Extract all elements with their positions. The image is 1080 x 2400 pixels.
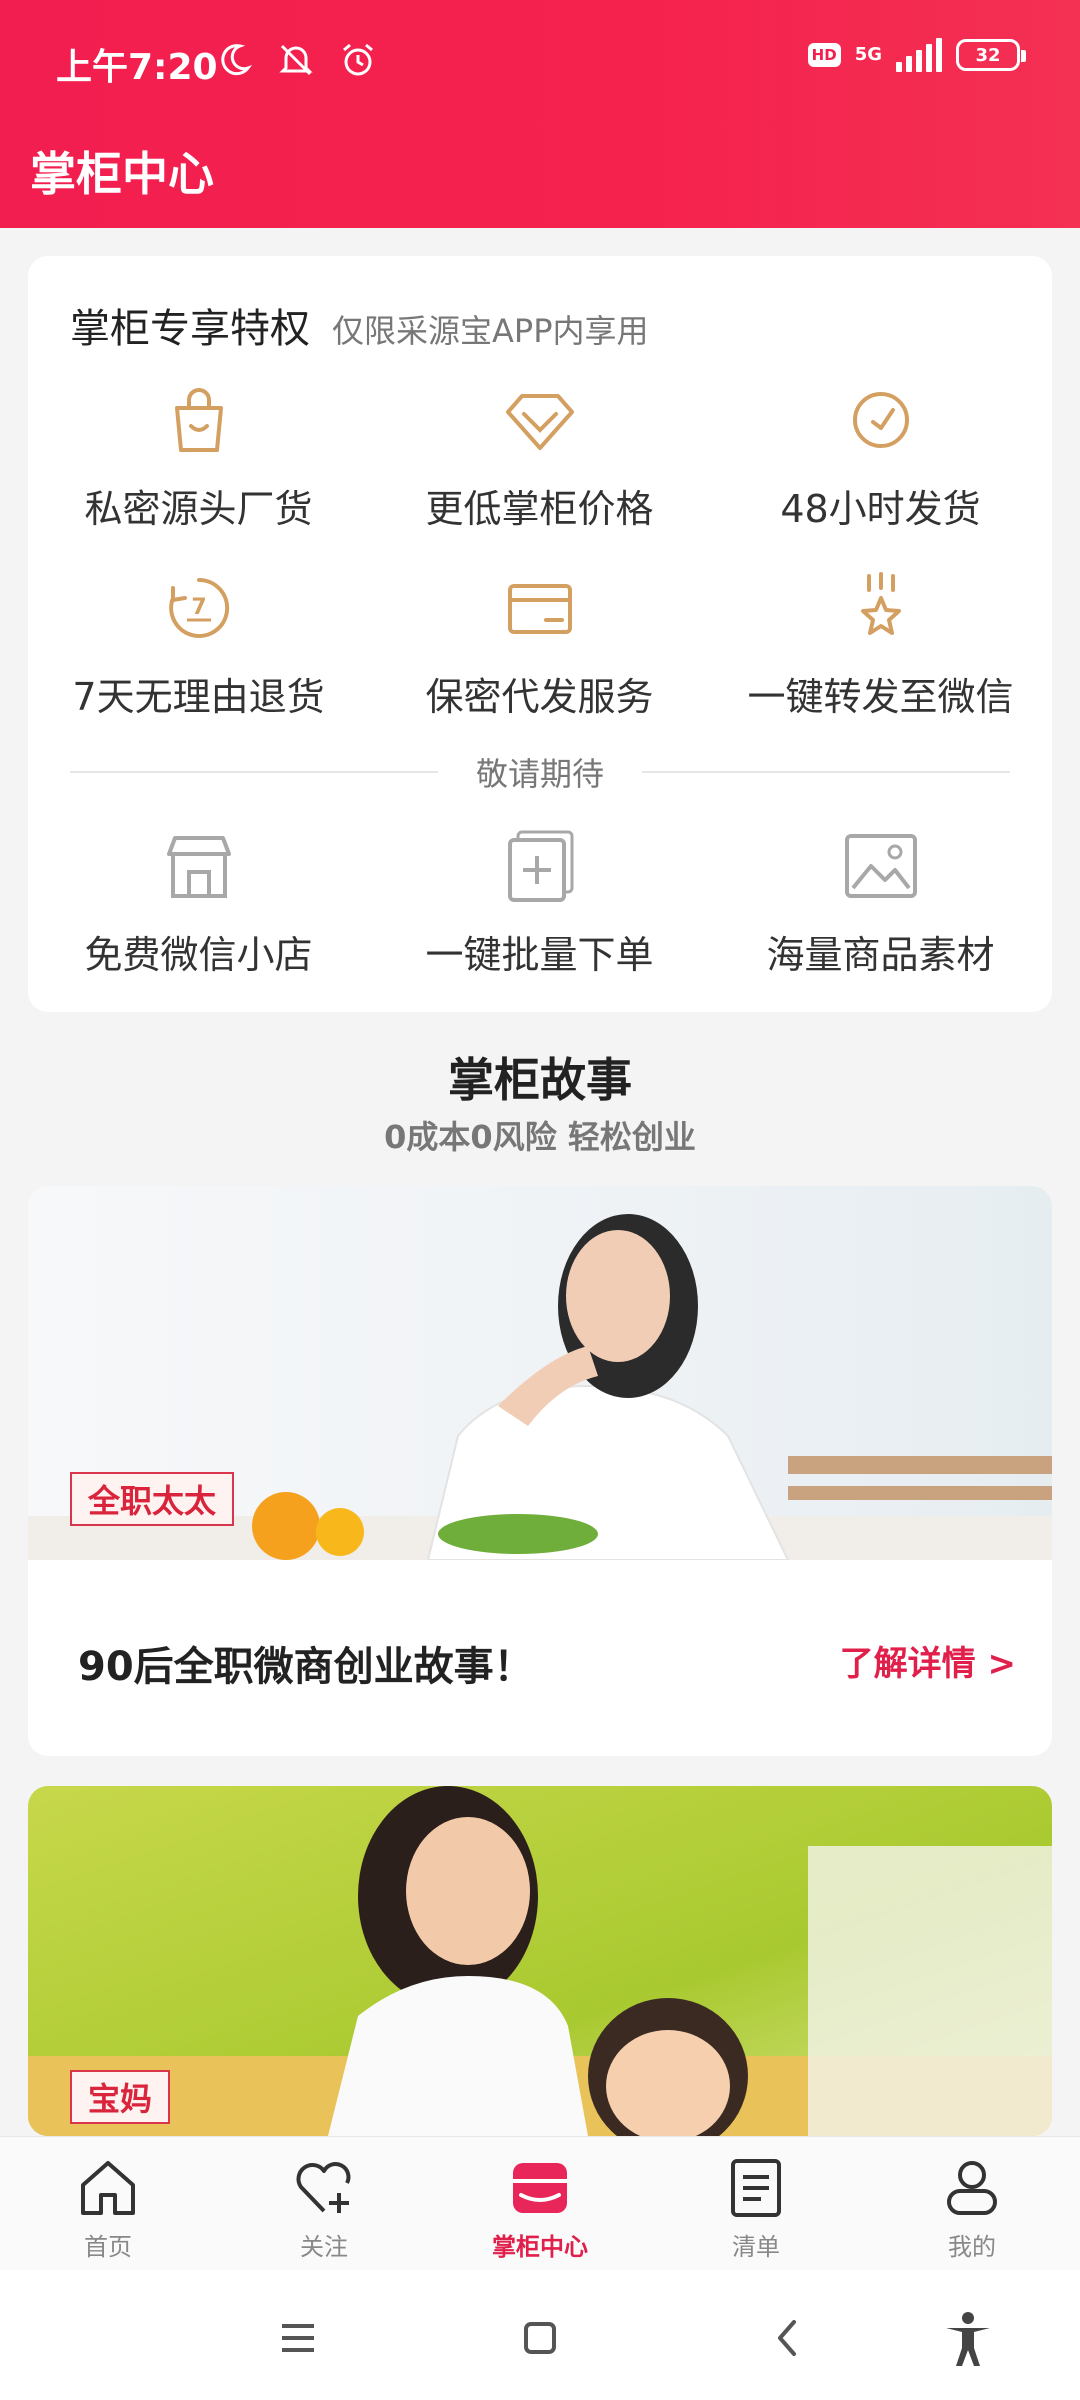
status-bar: 上午7:20 HD 5G 32: [0, 0, 1080, 124]
perk-label: 48小时发货: [780, 487, 981, 531]
tab-list[interactable]: 清单: [648, 2137, 864, 2270]
clock-icon: [852, 392, 909, 448]
story-card[interactable]: 宝妈: [28, 1786, 1052, 2136]
learn-more-link[interactable]: 了解详情 >: [840, 1636, 1016, 1685]
shopping-bag-icon: [174, 388, 223, 452]
stories-subtitle: 0成本0风险 轻松创业: [384, 1118, 696, 1156]
story-photo: [28, 1786, 1052, 2136]
feature-batch-order[interactable]: 一键批量下单: [369, 826, 710, 979]
battery-icon: 32: [956, 39, 1026, 71]
perk-label: 更低掌柜价格: [425, 487, 654, 531]
tab-shopkeeper-center[interactable]: 掌柜中心: [432, 2137, 648, 2270]
system-nav-bar: [0, 2270, 1080, 2400]
bottom-tab-bar: 首页 关注 掌柜中心 清单 我的: [0, 2136, 1080, 2270]
shop-icon: [166, 836, 231, 898]
tab-label: 关注: [300, 2233, 348, 2261]
seven-day-return-icon: 7: [168, 577, 229, 638]
profile-icon: [947, 2161, 997, 2215]
tab-label: 掌柜中心: [492, 2233, 588, 2261]
stories-title: 掌柜故事: [448, 1053, 632, 1107]
package-icon: [507, 584, 572, 634]
feature-label: 一键批量下单: [425, 933, 654, 977]
battery-level: 32: [975, 44, 1001, 66]
perks-subtitle: 仅限采源宝APP内享用: [332, 312, 649, 350]
accessibility-icon[interactable]: [938, 2308, 998, 2368]
star-share-icon: [860, 572, 901, 635]
perk-label: 一键转发至微信: [747, 675, 1014, 719]
status-time: 上午7:20: [56, 47, 218, 88]
tab-mine[interactable]: 我的: [864, 2137, 1080, 2270]
page-title: 掌柜中心: [30, 147, 214, 201]
svg-text:7: 7: [191, 595, 206, 620]
feature-product-materials[interactable]: 海量商品素材: [710, 826, 1051, 979]
signal-icon: [896, 38, 942, 72]
story-headline: 90后全职微商创业故事！: [78, 1644, 534, 1690]
perk-label: 保密代发服务: [425, 675, 654, 719]
tab-label: 我的: [948, 2233, 996, 2261]
header: 上午7:20 HD 5G 32 掌柜中心: [0, 0, 1080, 228]
mute-bell-icon: [279, 44, 313, 76]
coming-soon-label: 敬请期待: [476, 755, 605, 793]
list-icon: [731, 2159, 781, 2217]
story-tag: 全职太太: [70, 1472, 235, 1526]
hd-badge: HD: [807, 43, 841, 67]
feature-label: 海量商品素材: [766, 933, 995, 977]
moon-icon: [221, 44, 253, 76]
perk-forward-wechat[interactable]: 一键转发至微信: [710, 568, 1051, 721]
story-card[interactable]: 全职太太 90后全职微商创业故事！ 了解详情 >: [28, 1186, 1052, 1756]
home-icon: [81, 2161, 135, 2215]
tab-follow[interactable]: 关注: [216, 2137, 432, 2270]
perk-lower-price[interactable]: 更低掌柜价格: [369, 380, 710, 533]
diamond-icon: [505, 394, 574, 450]
batch-add-icon: [507, 830, 573, 902]
back-icon[interactable]: [758, 2308, 818, 2368]
tab-label: 首页: [84, 2233, 132, 2261]
feature-label: 免费微信小店: [84, 933, 313, 977]
tab-home[interactable]: 首页: [0, 2137, 216, 2270]
perk-48h-shipping[interactable]: 48小时发货: [710, 380, 1051, 533]
perks-title: 掌柜专享特权: [70, 306, 310, 352]
image-icon: [844, 834, 917, 898]
coming-soon-divider: 敬请期待: [70, 752, 1011, 793]
perk-label: 7天无理由退货: [72, 675, 325, 719]
store-icon: [513, 2163, 567, 2213]
alarm-icon: [343, 43, 373, 76]
perk-confidential-dropship[interactable]: 保密代发服务: [369, 568, 710, 721]
perk-private-source[interactable]: 私密源头厂货: [28, 380, 369, 533]
menu-icon[interactable]: [268, 2308, 328, 2368]
tab-label: 清单: [732, 2233, 780, 2261]
feature-free-wechat-shop[interactable]: 免费微信小店: [28, 826, 369, 979]
perks-card: 掌柜专享特权 仅限采源宝APP内享用 私密源头厂货 更低掌柜价格 48小时发货 …: [28, 256, 1052, 1012]
network-label: 5G: [854, 44, 882, 65]
heart-plus-icon: [296, 2162, 351, 2213]
perk-label: 私密源头厂货: [84, 487, 313, 531]
home-button-icon[interactable]: [510, 2308, 570, 2368]
story-tag: 宝妈: [70, 2070, 171, 2124]
perk-7day-return[interactable]: 7 7天无理由退货: [28, 568, 369, 721]
